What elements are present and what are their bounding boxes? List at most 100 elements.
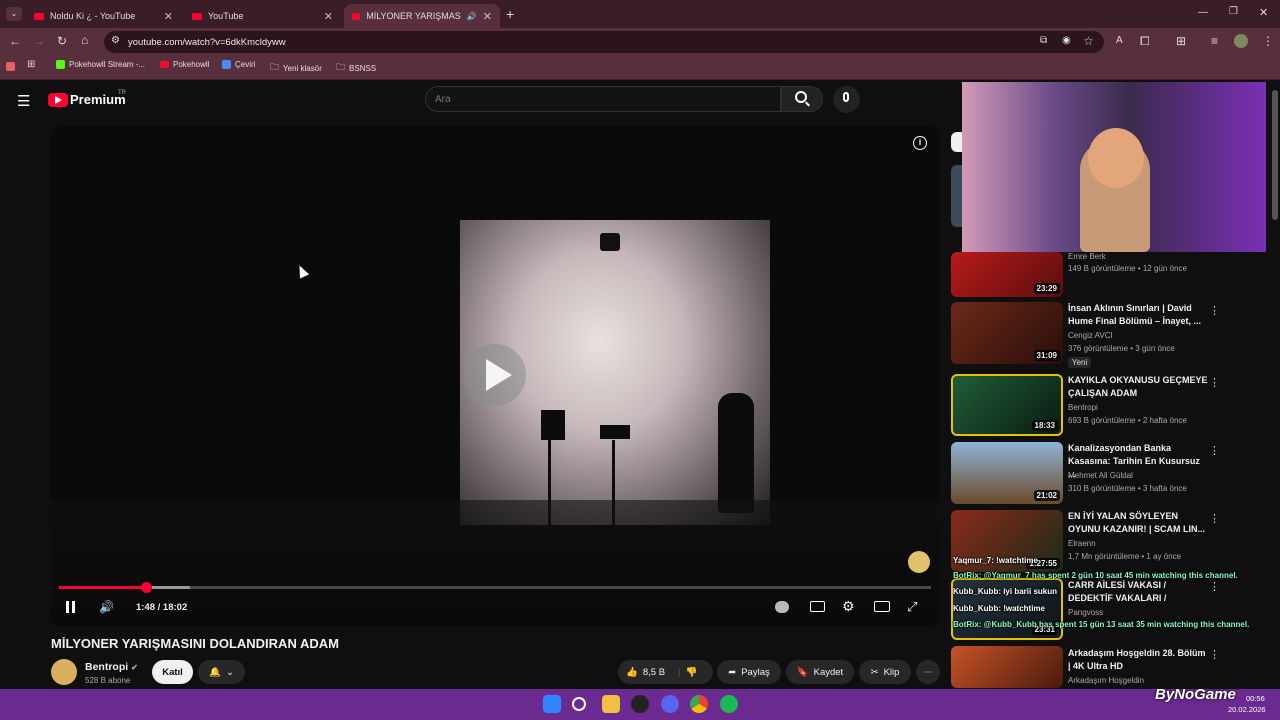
- recommendation-channel[interactable]: Arkadaşım Hoşgeldin: [1068, 676, 1144, 685]
- autoplay-toggle[interactable]: [775, 601, 789, 613]
- recommendation-meta: 693 B görüntüleme • 2 hafta önce: [1068, 416, 1187, 425]
- recommendation-thumbnail[interactable]: 18:33: [951, 374, 1063, 436]
- more-options-icon[interactable]: ⋮: [1209, 648, 1220, 661]
- tab-search-icon[interactable]: ⌄: [6, 7, 22, 21]
- logo-play-triangle: [55, 96, 62, 104]
- page-scrollbar[interactable]: [1272, 90, 1278, 220]
- channel-watermark-icon[interactable]: [908, 551, 930, 573]
- join-button[interactable]: Katıl: [152, 660, 193, 684]
- notification-bell-button[interactable]: 🔔 ⌄: [198, 660, 245, 684]
- volume-icon[interactable]: 🔊: [99, 600, 114, 614]
- reload-icon[interactable]: ↻: [57, 34, 67, 48]
- spotify-icon[interactable]: [720, 695, 738, 713]
- chat-line: BotRix: @Kubb_Kubb has spent 15 gün 13 s…: [953, 620, 1250, 629]
- close-tab-icon[interactable]: ✕: [324, 10, 333, 23]
- install-icon[interactable]: ⧉: [1040, 35, 1047, 46]
- bookmark-ceviri[interactable]: Çeviri: [222, 60, 255, 69]
- minimize-icon[interactable]: —: [1198, 7, 1208, 18]
- recommendation-channel[interactable]: Mehmet Ali Güldal: [1068, 471, 1133, 480]
- recommendation-channel[interactable]: Elraenn: [1068, 539, 1096, 548]
- share-label: Paylaş: [741, 666, 770, 678]
- recommendation-title[interactable]: EN İYİ YALAN SÖYLEYEN OYUNU KAZANIR! | S…: [1068, 510, 1208, 536]
- clip-button[interactable]: ✂ Klip: [859, 660, 911, 684]
- profile-avatar[interactable]: [1234, 34, 1248, 48]
- theater-mode-icon[interactable]: [874, 601, 890, 612]
- progress-scrubber[interactable]: [141, 582, 152, 593]
- settings-gear-icon[interactable]: ⚙: [842, 598, 855, 615]
- play-icon: [486, 359, 512, 391]
- subtitles-icon[interactable]: [810, 601, 825, 612]
- thumbs-up-icon: 👍: [626, 666, 638, 678]
- recommendation-thumbnail[interactable]: 23:29: [951, 252, 1063, 297]
- more-options-icon[interactable]: ⋮: [1209, 512, 1220, 525]
- speaker-icon[interactable]: 🔊: [467, 12, 477, 21]
- hamburger-menu-icon[interactable]: ☰: [17, 92, 30, 110]
- eye-off-icon[interactable]: ◉: [1062, 35, 1071, 46]
- recommendation-channel[interactable]: Pangvoss: [1068, 608, 1103, 617]
- reading-list-icon[interactable]: ≡: [1211, 34, 1218, 48]
- recommendation-title[interactable]: KAYIKLA OKYANUSU GEÇMEYE ÇALIŞAN ADAM: [1068, 374, 1208, 400]
- fullscreen-icon[interactable]: ⤢: [907, 599, 917, 615]
- browser-menu-icon[interactable]: ⋮: [1262, 34, 1274, 48]
- pause-icon[interactable]: [66, 601, 69, 613]
- new-tab-icon[interactable]: +: [506, 6, 514, 22]
- bookmark-star-icon[interactable]: ☆: [1083, 34, 1094, 48]
- chrome-icon[interactable]: [690, 695, 708, 713]
- video-duration: 23:29: [1033, 283, 1060, 294]
- window-close-icon[interactable]: ✕: [1259, 6, 1268, 19]
- subscriber-count: 528 B abone: [85, 676, 131, 685]
- more-options-icon[interactable]: ⋮: [1209, 580, 1220, 593]
- bookmark-pokehowll[interactable]: Pokehowll: [160, 60, 209, 69]
- recommendation-meta: 376 görüntüleme • 3 gün önce: [1068, 344, 1175, 353]
- video-spotlight: [600, 233, 620, 251]
- maximize-icon[interactable]: ❐: [1229, 6, 1238, 17]
- translate-icon: [222, 60, 231, 69]
- channel-name[interactable]: Bentropi ✔: [85, 661, 138, 673]
- back-icon[interactable]: ←: [9, 34, 21, 48]
- save-button[interactable]: 🔖 Kaydet: [786, 660, 854, 684]
- tab-youtube[interactable]: YouTube ✕: [184, 4, 341, 28]
- bookmark-icon: 🔖: [796, 666, 809, 678]
- close-tab-icon[interactable]: ✕: [483, 10, 492, 23]
- extensions-icon[interactable]: ⧠: [1140, 34, 1150, 49]
- tab-milyoner[interactable]: MİLYONER YARIŞMASINI D 🔊 ✕: [344, 4, 500, 28]
- channel-name-text: Bentropi: [85, 661, 129, 673]
- recommendation-title[interactable]: CARR AİLESİ VAKASI / DEDEKTİF VAKALARI /: [1068, 579, 1208, 605]
- tab-noldu-ki[interactable]: Noldu Ki ¿ - YouTube ✕: [26, 4, 181, 28]
- more-options-icon[interactable]: ⋮: [1209, 444, 1220, 457]
- recommendation-title[interactable]: İnsan Aklının Sınırları | David Hume Fin…: [1068, 302, 1208, 328]
- bookmark-yeni-klasor[interactable]: 🗀 Yeni klasör: [270, 60, 322, 76]
- taskbar-search-icon[interactable]: [572, 697, 586, 711]
- discord-icon[interactable]: [661, 695, 679, 713]
- search-input[interactable]: [425, 86, 781, 112]
- translate-icon[interactable]: A: [1116, 35, 1123, 46]
- close-tab-icon[interactable]: ✕: [164, 10, 173, 23]
- taskbar-app-icon[interactable]: [631, 695, 649, 713]
- recommendation-title[interactable]: Arkadaşım Hoşgeldin 28. Bölüm | 4K Ultra…: [1068, 647, 1208, 673]
- recommendation-channel[interactable]: Emre Berk: [1068, 252, 1106, 261]
- more-options-icon[interactable]: ⋮: [1209, 304, 1220, 317]
- info-icon[interactable]: i: [913, 136, 927, 150]
- start-menu-icon[interactable]: [543, 695, 561, 713]
- bookmark-pokehowll-stream[interactable]: Pokehowll Stream -...: [56, 60, 145, 69]
- bookmark-bsnss[interactable]: 🗀 BSNSS: [336, 60, 376, 76]
- site-info-icon[interactable]: ⚙: [111, 35, 120, 46]
- forward-icon[interactable]: →: [33, 34, 45, 48]
- like-count: 8,5 B: [642, 666, 666, 678]
- media-icon[interactable]: ⊞: [1176, 34, 1186, 48]
- bookmark-label: Yeni klasör: [283, 63, 322, 73]
- apps-grid-icon[interactable]: ⊞: [27, 59, 35, 70]
- channel-avatar[interactable]: [51, 659, 77, 685]
- recommendation-thumbnail[interactable]: [951, 646, 1063, 688]
- share-button[interactable]: ➦ Paylaş: [717, 660, 781, 684]
- recommendation-channel[interactable]: Bentropi: [1068, 403, 1098, 412]
- recommendation-thumbnail[interactable]: 31:09: [951, 302, 1063, 364]
- recommendation-channel[interactable]: Cengiz AVCI: [1068, 331, 1113, 340]
- like-button[interactable]: 👍 8,5 B | 👎: [618, 660, 713, 684]
- recommendation-thumbnail[interactable]: 21:02: [951, 442, 1063, 504]
- bookmark-app-icon[interactable]: [6, 62, 15, 71]
- home-icon[interactable]: ⌂: [81, 33, 88, 47]
- more-actions-button[interactable]: ⋯: [916, 660, 940, 684]
- file-explorer-icon[interactable]: [602, 695, 620, 713]
- more-options-icon[interactable]: ⋮: [1209, 376, 1220, 389]
